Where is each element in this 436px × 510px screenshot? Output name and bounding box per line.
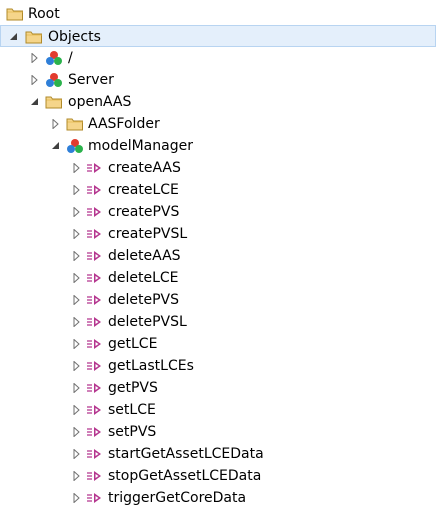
method-label: createAAS [108, 160, 181, 176]
method-item-get-l-c-e[interactable]: getLCE [0, 333, 436, 355]
method-icon [86, 292, 104, 308]
method-item-delete-a-a-s[interactable]: deleteAAS [0, 245, 436, 267]
tree-node-objects[interactable]: Objects [0, 25, 436, 47]
tree-view: Root Objects / Server openAAS AASFolder … [0, 0, 436, 509]
collapsed-arrow-icon[interactable] [70, 157, 84, 179]
tree-node-label: / [68, 50, 73, 66]
collapsed-arrow-icon[interactable] [70, 465, 84, 487]
method-icon [86, 204, 104, 220]
tree-node-label: AASFolder [88, 116, 160, 132]
folder-icon [66, 116, 84, 132]
collapsed-arrow-icon[interactable] [70, 421, 84, 443]
method-item-create-p-v-s-l[interactable]: createPVSL [0, 223, 436, 245]
collapsed-arrow-icon[interactable] [70, 267, 84, 289]
tree-node-label: modelManager [88, 138, 193, 154]
object-node-icon [66, 138, 84, 154]
method-label: setPVS [108, 424, 157, 440]
method-item-delete-l-c-e[interactable]: deleteLCE [0, 267, 436, 289]
method-item-create-a-a-s[interactable]: createAAS [0, 157, 436, 179]
method-item-start-get-asset-l-c-e-data[interactable]: startGetAssetLCEData [0, 443, 436, 465]
method-icon [86, 358, 104, 374]
method-label: deleteLCE [108, 270, 179, 286]
collapsed-arrow-icon[interactable] [70, 399, 84, 421]
collapsed-arrow-icon[interactable] [70, 333, 84, 355]
method-label: getPVS [108, 380, 158, 396]
method-label: triggerGetCoreData [108, 490, 247, 506]
method-label: stopGetAssetLCEData [108, 468, 262, 484]
tree-node-root[interactable]: Root [0, 3, 436, 25]
collapsed-arrow-icon[interactable] [70, 377, 84, 399]
method-item-get-p-v-s[interactable]: getPVS [0, 377, 436, 399]
collapsed-arrow-icon[interactable] [70, 487, 84, 509]
collapsed-arrow-icon[interactable] [70, 179, 84, 201]
method-icon [86, 380, 104, 396]
tree-node-aasfolder[interactable]: AASFolder [0, 113, 436, 135]
method-icon [86, 402, 104, 418]
method-item-stop-get-asset-l-c-e-data[interactable]: stopGetAssetLCEData [0, 465, 436, 487]
method-icon [86, 248, 104, 264]
method-label: deleteAAS [108, 248, 181, 264]
method-label: deletePVS [108, 292, 180, 308]
expanded-arrow-icon[interactable] [28, 91, 42, 113]
folder-icon [6, 6, 24, 22]
collapsed-arrow-icon[interactable] [49, 113, 63, 135]
method-label: createLCE [108, 182, 179, 198]
method-item-create-l-c-e[interactable]: createLCE [0, 179, 436, 201]
method-icon [86, 182, 104, 198]
method-icon [86, 270, 104, 286]
collapsed-arrow-icon[interactable] [70, 201, 84, 223]
method-icon [86, 336, 104, 352]
collapsed-arrow-icon[interactable] [70, 443, 84, 465]
method-icon [86, 314, 104, 330]
method-icon [86, 424, 104, 440]
collapsed-arrow-icon[interactable] [70, 245, 84, 267]
method-label: setLCE [108, 402, 156, 418]
method-icon [86, 468, 104, 484]
tree-node-slash[interactable]: / [0, 47, 436, 69]
method-label: createPVSL [108, 226, 188, 242]
method-item-set-p-v-s[interactable]: setPVS [0, 421, 436, 443]
object-node-icon [45, 72, 63, 88]
method-icon [86, 226, 104, 242]
method-item-set-l-c-e[interactable]: setLCE [0, 399, 436, 421]
method-item-delete-p-v-s-l[interactable]: deletePVSL [0, 311, 436, 333]
method-icon [86, 160, 104, 176]
collapsed-arrow-icon[interactable] [28, 47, 42, 69]
collapsed-arrow-icon[interactable] [70, 289, 84, 311]
method-label: getLastLCEs [108, 358, 194, 374]
collapsed-arrow-icon[interactable] [70, 355, 84, 377]
method-label: startGetAssetLCEData [108, 446, 264, 462]
collapsed-arrow-icon[interactable] [70, 311, 84, 333]
tree-node-label: Server [68, 72, 114, 88]
method-icon [86, 490, 104, 506]
expanded-arrow-icon[interactable] [7, 26, 21, 48]
method-label: createPVS [108, 204, 180, 220]
method-item-trigger-get-core-data[interactable]: triggerGetCoreData [0, 487, 436, 509]
tree-node-openaas[interactable]: openAAS [0, 91, 436, 113]
method-label: getLCE [108, 336, 158, 352]
collapsed-arrow-icon[interactable] [28, 69, 42, 91]
tree-node-server[interactable]: Server [0, 69, 436, 91]
method-item-create-p-v-s[interactable]: createPVS [0, 201, 436, 223]
tree-node-label: Objects [48, 29, 101, 45]
tree-node-label: openAAS [68, 94, 132, 110]
tree-node-modelmanager[interactable]: modelManager [0, 135, 436, 157]
object-node-icon [45, 50, 63, 66]
folder-icon [25, 29, 43, 45]
method-item-get-last-l-c-es[interactable]: getLastLCEs [0, 355, 436, 377]
method-icon [86, 446, 104, 462]
method-label: deletePVSL [108, 314, 187, 330]
folder-icon [45, 94, 63, 110]
method-item-delete-p-v-s[interactable]: deletePVS [0, 289, 436, 311]
tree-node-label: Root [28, 6, 60, 22]
expanded-arrow-icon[interactable] [49, 135, 63, 157]
collapsed-arrow-icon[interactable] [70, 223, 84, 245]
